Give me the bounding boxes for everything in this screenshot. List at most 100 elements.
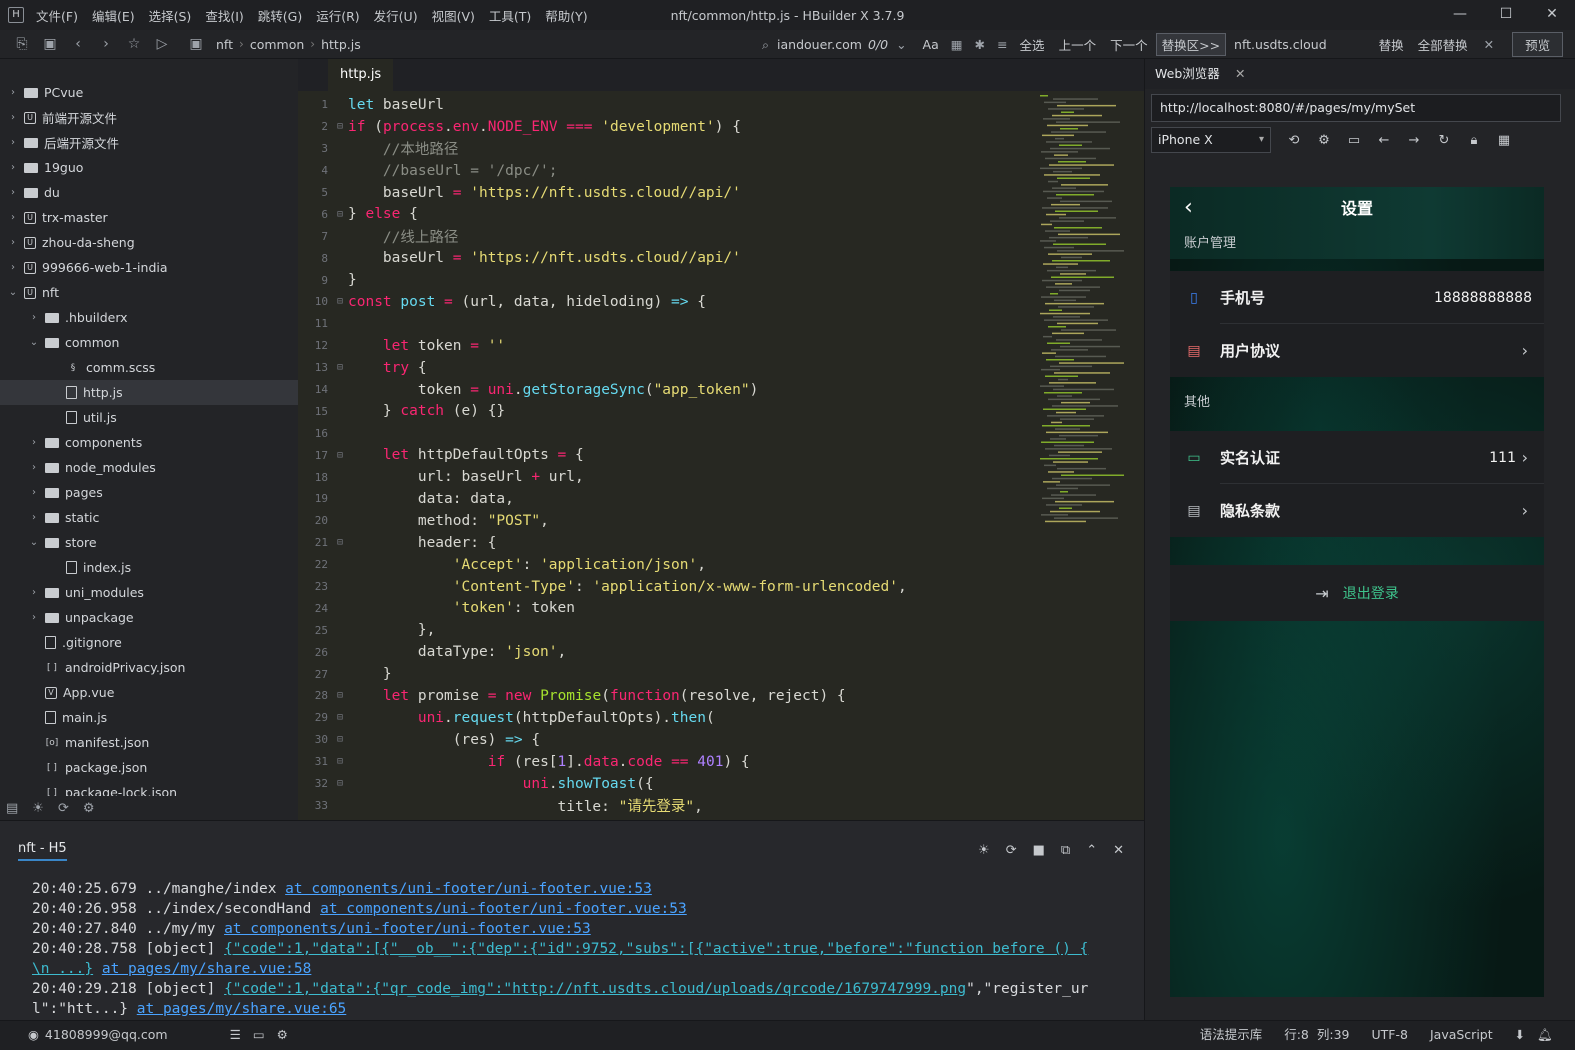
code-line[interactable]: 1 let baseUrl: [298, 94, 1038, 116]
lock-icon[interactable]: 🔒︎: [1459, 133, 1489, 148]
menu-item[interactable]: 跳转(G): [258, 6, 302, 25]
console-tab[interactable]: nft - H5: [18, 841, 67, 861]
console-line[interactable]: 20:40:28.758 [object] {"code":1,"data":[…: [32, 939, 1122, 959]
code-line[interactable]: 17 ⊟ let httpDefaultOpts = {: [298, 444, 1038, 466]
console-icon[interactable]: ▭: [1339, 133, 1369, 148]
download-icon[interactable]: ⬇: [1515, 1021, 1525, 1049]
menu-item[interactable]: 编辑(E): [92, 6, 135, 25]
code-line[interactable]: 4 //baseUrl = '/dpc/';: [298, 160, 1038, 182]
rotate-icon[interactable]: ⟲: [1279, 133, 1309, 148]
console-line[interactable]: 20:40:26.958 ../index/secondHand at comp…: [32, 899, 1122, 919]
menu-item[interactable]: 发行(U): [374, 6, 418, 25]
code-line[interactable]: 21 ⊟ header: {: [298, 532, 1038, 554]
tree-item[interactable]: › components: [0, 430, 298, 455]
tree-item[interactable]: V App.vue: [0, 680, 298, 705]
code-line[interactable]: 28 ⊟ let promise = new Promise(function(r…: [298, 685, 1038, 707]
console-line[interactable]: 20:40:29.218 [object] {"code":1,"data":{…: [32, 979, 1122, 999]
code-line[interactable]: 29 ⊟ uni.request(httpDefaultOpts).then(: [298, 707, 1038, 729]
minimize-icon[interactable]: —: [1437, 0, 1483, 30]
new-file-icon[interactable]: ⎘: [8, 36, 36, 52]
list-icon[interactable]: ☰: [230, 1021, 241, 1049]
line-indicator[interactable]: 行:8: [1284, 1021, 1309, 1049]
code-line[interactable]: 7 //线上路径: [298, 225, 1038, 247]
console-line[interactable]: l":"htt...} at pages/my/share.vue:65: [32, 999, 1122, 1019]
replace-input[interactable]: nft.usdts.cloud: [1234, 37, 1327, 52]
user-account[interactable]: 41808999@qq.com: [45, 1021, 168, 1049]
tree-item[interactable]: main.js: [0, 705, 298, 730]
device-select[interactable]: iPhone X: [1151, 127, 1271, 153]
realname-row[interactable]: ▭ 实名认证 111 ›: [1170, 431, 1544, 484]
in-selection-icon[interactable]: ≡: [997, 37, 1007, 52]
code-line[interactable]: 27 }: [298, 663, 1038, 685]
breadcrumb-item[interactable]: common: [250, 37, 304, 52]
tree-item[interactable]: § comm.scss: [0, 355, 298, 380]
settings-icon[interactable]: ⚙: [1309, 133, 1339, 148]
save-icon[interactable]: ▣: [36, 36, 64, 52]
notification-icon[interactable]: 🔔︎: [1537, 1021, 1553, 1049]
console-line[interactable]: 20:40:25.679 ../manghe/index at componen…: [32, 879, 1122, 899]
tree-item[interactable]: › Uzhou-da-sheng: [0, 230, 298, 255]
tree-item[interactable]: › uni_modules: [0, 580, 298, 605]
tree-item[interactable]: ⌄ Unft: [0, 280, 298, 305]
syntax-library[interactable]: 语法提示库: [1200, 1021, 1263, 1049]
explorer-icon[interactable]: ▤: [6, 801, 18, 816]
tree-item[interactable]: › PCvue: [0, 80, 298, 105]
code-line[interactable]: 8 baseUrl = 'https://nft.usdts.cloud//ap…: [298, 247, 1038, 269]
stop-icon[interactable]: ■: [1033, 843, 1045, 858]
code-line[interactable]: 25 },: [298, 619, 1038, 641]
code-line[interactable]: 15 } catch (e) {}: [298, 400, 1038, 422]
menu-item[interactable]: 选择(S): [149, 6, 192, 25]
code-line[interactable]: 22 'Accept': 'application/json',: [298, 554, 1038, 576]
tree-item[interactable]: http.js: [0, 380, 298, 405]
browser-tab[interactable]: Web浏览器 ✕: [1145, 59, 1575, 89]
close-find-icon[interactable]: ✕: [1484, 37, 1494, 52]
restart-icon[interactable]: ⟳: [1006, 843, 1017, 858]
tree-item[interactable]: [ ] package.json: [0, 755, 298, 780]
code-line[interactable]: 11: [298, 313, 1038, 335]
tree-item[interactable]: › du: [0, 180, 298, 205]
minimap[interactable]: [1040, 95, 1130, 535]
open-external-icon[interactable]: ⧉: [1061, 843, 1070, 858]
tree-item[interactable]: [ ] package-lock.json: [0, 780, 298, 796]
tree-item[interactable]: index.js: [0, 555, 298, 580]
code-line[interactable]: 5 baseUrl = 'https://nft.usdts.cloud//ap…: [298, 182, 1038, 204]
console-log[interactable]: 20:40:25.679 ../manghe/index at componen…: [32, 879, 1122, 1019]
back-icon[interactable]: ←: [1369, 133, 1399, 148]
tree-item[interactable]: › U 前端开源文件: [0, 105, 298, 130]
code-line[interactable]: 10 ⊟ const post = (url, data, hideloding) …: [298, 291, 1038, 313]
code-line[interactable]: 3 //本地路径: [298, 138, 1038, 160]
tree-item[interactable]: › unpackage: [0, 605, 298, 630]
debug-icon[interactable]: ☀: [32, 801, 44, 816]
console-line[interactable]: \n ...} at pages/my/share.vue:58: [32, 959, 1122, 979]
code-line[interactable]: 23 'Content-Type': 'application/x-www-fo…: [298, 576, 1038, 598]
back-icon[interactable]: ‹: [64, 36, 92, 52]
clear-console-icon[interactable]: ✕: [1113, 843, 1124, 858]
code-line[interactable]: 24 'token': token: [298, 597, 1038, 619]
breadcrumb-item[interactable]: http.js: [321, 37, 361, 52]
console-line[interactable]: 20:40:27.840 ../my/my at components/uni-…: [32, 919, 1122, 939]
collapse-icon[interactable]: ⌃: [1086, 843, 1097, 858]
tab-http-js[interactable]: http.js: [328, 59, 394, 91]
code-line[interactable]: 19 data: data,: [298, 488, 1038, 510]
tree-item[interactable]: › static: [0, 505, 298, 530]
code-line[interactable]: 26 dataType: 'json',: [298, 641, 1038, 663]
replace-area-toggle[interactable]: 替换区>>: [1155, 33, 1227, 56]
code-line[interactable]: 14 token = uni.getStorageSync("app_token…: [298, 379, 1038, 401]
tree-item[interactable]: › pages: [0, 480, 298, 505]
url-input[interactable]: http://localhost:8080/#/pages/my/mySet: [1151, 94, 1561, 122]
code-line[interactable]: 9}: [298, 269, 1038, 291]
code-line[interactable]: 2 ⊟ if (process.env.NODE_ENV === 'developm…: [298, 116, 1038, 138]
code-line[interactable]: 12 let token = '': [298, 335, 1038, 357]
code-line[interactable]: 13 ⊟ try {: [298, 357, 1038, 379]
find-input[interactable]: iandouer.com: [777, 37, 862, 52]
tree-item[interactable]: ⌄ store: [0, 530, 298, 555]
star-icon[interactable]: ☆: [120, 36, 148, 52]
tree-item[interactable]: › .hbuilderx: [0, 305, 298, 330]
maximize-icon[interactable]: ☐: [1483, 0, 1529, 30]
tree-item[interactable]: .gitignore: [0, 630, 298, 655]
code-line[interactable]: 16: [298, 422, 1038, 444]
replace-all-button[interactable]: 全部替换: [1418, 35, 1468, 54]
tree-item[interactable]: › U 999666-web-1-india: [0, 255, 298, 280]
tree-item[interactable]: [ ] androidPrivacy.json: [0, 655, 298, 680]
refresh-icon[interactable]: ↻: [1429, 133, 1459, 148]
